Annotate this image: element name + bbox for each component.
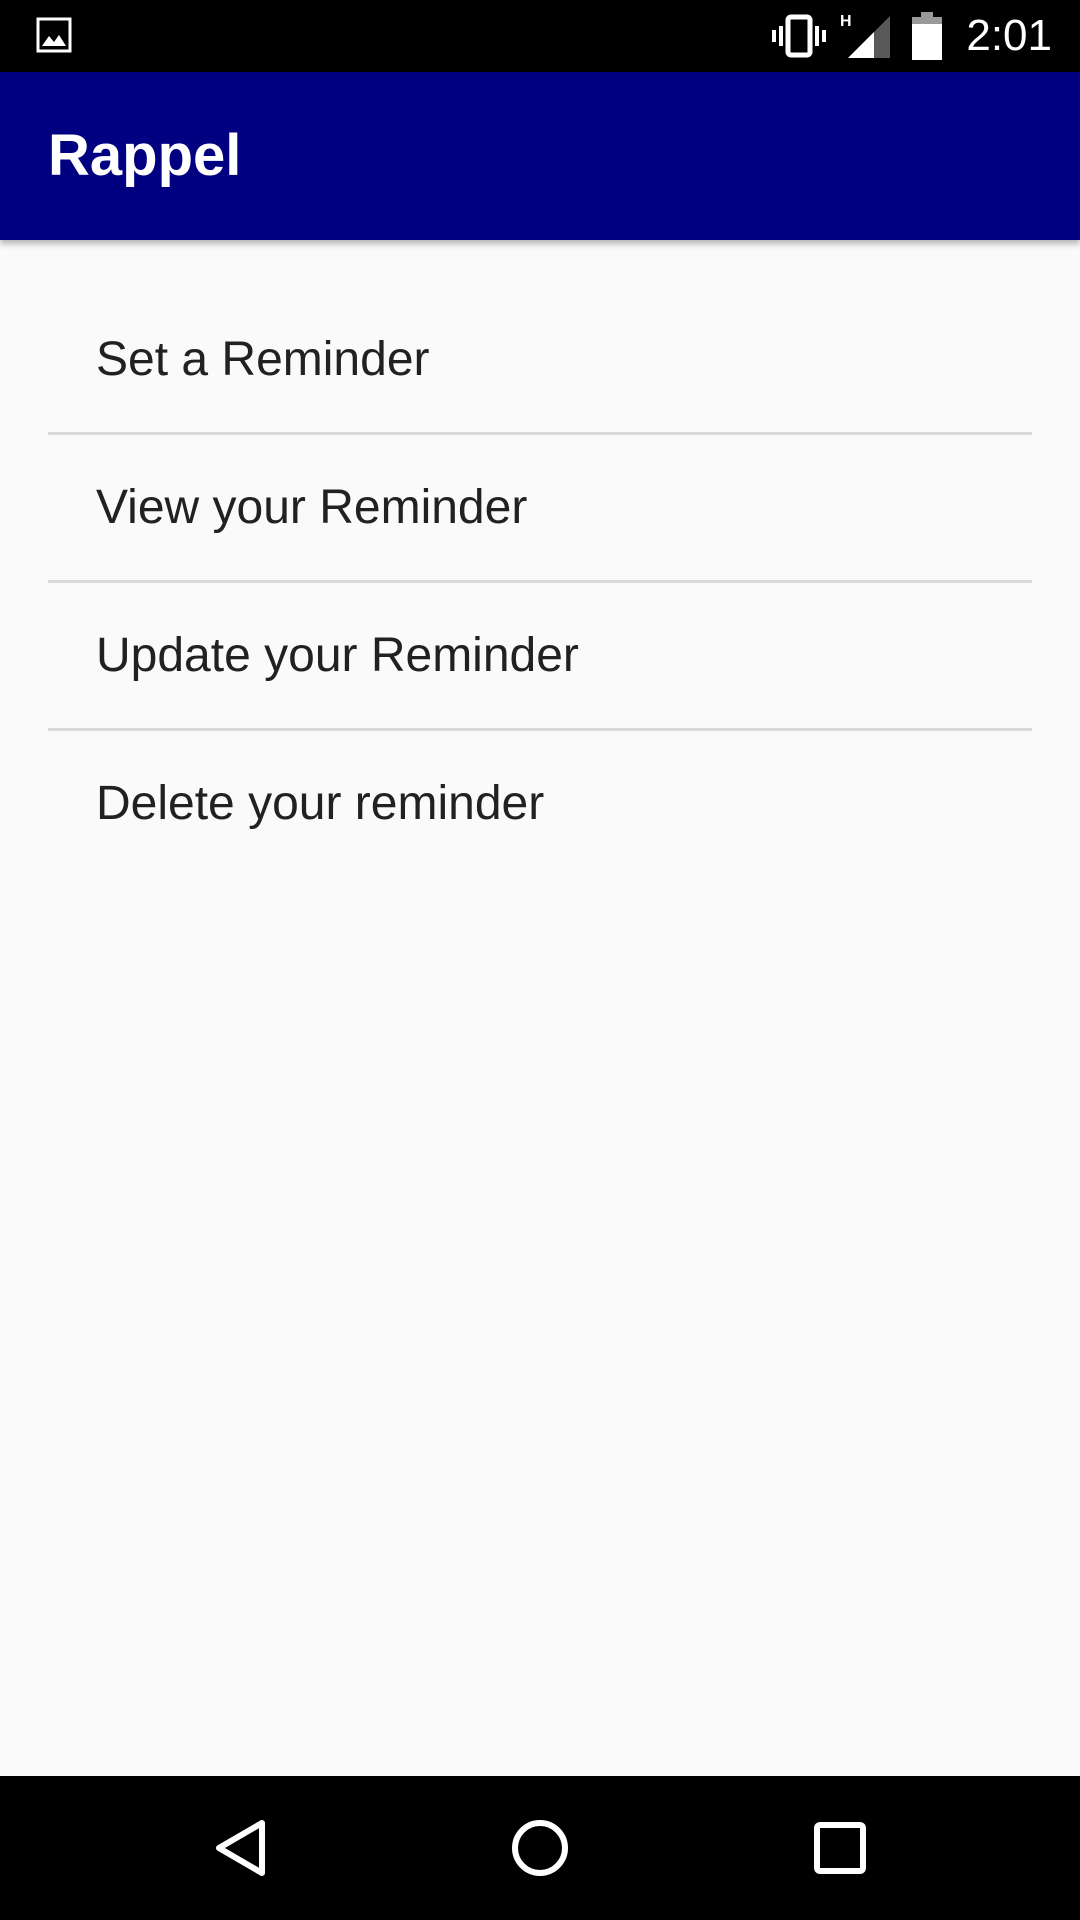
navigation-bar xyxy=(0,1776,1080,1920)
menu-item-label: View your Reminder xyxy=(96,481,528,534)
home-icon xyxy=(512,1820,568,1876)
back-button[interactable] xyxy=(168,1776,312,1920)
signal-h-icon: H xyxy=(840,13,891,58)
home-button[interactable] xyxy=(468,1776,612,1920)
app-bar: Rappel xyxy=(0,72,1080,240)
back-icon xyxy=(216,1820,265,1876)
menu-list: Set a Reminder View your Reminder Update… xyxy=(48,287,1032,876)
app-title: Rappel xyxy=(48,123,242,188)
menu-item-update-reminder[interactable]: Update your Reminder xyxy=(48,583,1032,731)
screen: H 2:01 Rappel Set a Reminder View your R… xyxy=(0,0,1080,1920)
menu-item-view-reminder[interactable]: View your Reminder xyxy=(48,435,1032,583)
recents-button[interactable] xyxy=(768,1776,912,1920)
vibrate-icon xyxy=(772,14,827,58)
menu-item-delete-reminder[interactable]: Delete your reminder xyxy=(48,731,1032,876)
status-icons: H 2:01 xyxy=(770,0,1052,72)
battery-icon xyxy=(912,12,943,60)
menu-item-label: Update your Reminder xyxy=(96,629,579,682)
network-type-label: H xyxy=(840,13,852,30)
status-time: 2:01 xyxy=(966,11,1052,60)
image-notification-icon xyxy=(36,17,72,53)
status-bar: H 2:01 xyxy=(0,0,1080,72)
recents-icon xyxy=(814,1822,866,1874)
menu-item-label: Set a Reminder xyxy=(96,333,430,386)
menu-item-label: Delete your reminder xyxy=(96,777,545,830)
menu-item-set-reminder[interactable]: Set a Reminder xyxy=(48,287,1032,435)
